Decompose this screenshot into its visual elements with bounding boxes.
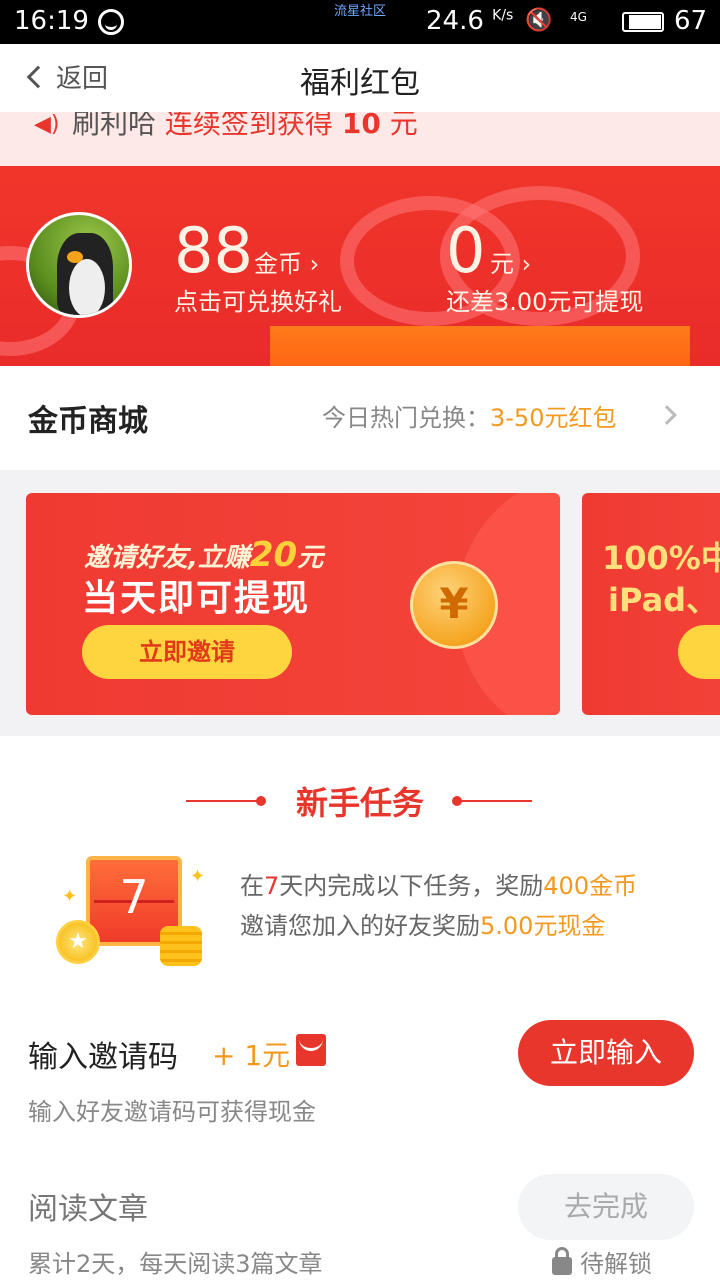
yuan-coin-icon: ¥	[410, 561, 498, 649]
status-time: 16:19	[14, 6, 89, 36]
sparkle-icon: ✦	[190, 866, 206, 887]
newbie-section: 新手任务 7 ★ ✦ ✦ 在7天内完成以下任务，奖励400金币 邀请您加入的好友…	[0, 736, 720, 1280]
invite-now-button[interactable]: 立即邀请	[82, 625, 292, 679]
promo2-line2: iPad、	[608, 581, 719, 619]
promo2-button[interactable]	[678, 625, 720, 679]
cash-value: 0	[446, 214, 486, 287]
app-notification-icon	[98, 9, 124, 35]
shop-title: 金币商城	[28, 404, 148, 439]
battery-level: 67	[674, 6, 708, 36]
cash-hint: 还差3.00元可提现	[446, 288, 644, 316]
go-complete-button[interactable]: 去完成	[518, 1174, 694, 1240]
task-name: 输入邀请码	[28, 1040, 178, 1075]
coins-hint: 点击可兑换好礼	[174, 288, 342, 316]
promo2-line1: 100%中	[602, 539, 720, 577]
task-desc: 输入好友邀请码可获得现金	[28, 1098, 316, 1126]
sparkle-icon: ✦	[62, 886, 78, 907]
divider	[460, 800, 532, 802]
task-reward: + 1元	[212, 1039, 291, 1072]
shop-hint: 今日热门兑换：3-50元红包	[322, 404, 617, 432]
section-title: 新手任务	[295, 784, 424, 822]
promo-card-invite[interactable]: 邀请好友,立赚20元 当天即可提现 立即邀请 ¥	[26, 493, 560, 715]
account-banner: 88 金币 › 点击可兑换好礼 0 元 › 还差3.00元可提现	[0, 166, 720, 366]
lock-icon	[552, 1247, 572, 1275]
notice-text: 连续签到获得	[164, 112, 333, 140]
page-title: 福利红包	[300, 66, 420, 101]
coins-value: 88	[174, 214, 253, 287]
locked-status: 待解锁	[552, 1244, 652, 1279]
network-speed: 24.6 K/s	[426, 6, 514, 36]
signal-icon: 4G	[570, 10, 587, 24]
red-envelope-icon	[296, 1034, 326, 1066]
nav-bar: 返回 福利红包	[0, 44, 720, 112]
newbie-desc-1: 在7天内完成以下任务，奖励400金币	[240, 872, 638, 900]
promo-line2: 当天即可提现	[82, 578, 311, 619]
notice-amount: 10	[341, 112, 381, 140]
star-coin-icon: ★	[56, 920, 100, 964]
coins-unit: 金币 ›	[254, 250, 320, 278]
newbie-desc-2: 邀请您加入的好友奖励5.00元现金	[240, 912, 606, 940]
chevron-right-icon	[657, 405, 677, 425]
coin-stack-icon	[160, 926, 202, 966]
notice-ticker: ◀) 刷利哈 连续签到获得 10 元	[0, 112, 720, 166]
gift-box	[270, 326, 690, 366]
task-desc: 累计2天，每天阅读3篇文章	[28, 1250, 323, 1278]
promo-carousel[interactable]: 邀请好友,立赚20元 当天即可提现 立即邀请 ¥ 100%中 iPad、	[0, 470, 720, 736]
promo-card-ipad[interactable]: 100%中 iPad、	[582, 493, 720, 715]
watermark: 流星社区	[334, 4, 387, 19]
coin-shop-row[interactable]: 金币商城 今日热门兑换：3-50元红包	[0, 366, 720, 470]
enter-now-button[interactable]: 立即输入	[518, 1020, 694, 1086]
notice-user: 刷利哈	[72, 112, 157, 140]
status-bar: 16:19 流星社区 24.6 K/s 🔇 4G 67	[0, 0, 720, 44]
avatar[interactable]	[26, 212, 132, 318]
battery-icon	[622, 12, 664, 32]
task-name: 阅读文章	[28, 1192, 148, 1227]
speaker-icon: ◀)	[34, 112, 60, 137]
mute-icon: 🔇	[525, 8, 553, 33]
cash-unit: 元 ›	[490, 250, 532, 278]
